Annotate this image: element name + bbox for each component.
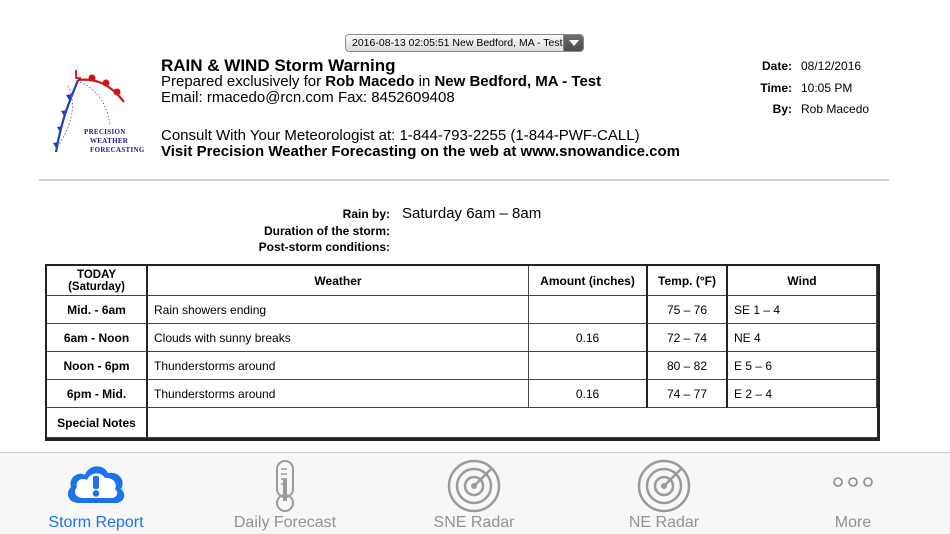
weather-cell: Thunderstorms around	[148, 352, 529, 380]
company-logo: PRECISION WEATHER FORECASTING	[48, 66, 150, 158]
duration-label: Duration of the storm:	[264, 224, 390, 238]
amount-cell: 0.16	[529, 380, 648, 408]
temp-cell: 72 – 74	[648, 324, 728, 352]
contact-line: Email: rmacedo@rcn.com Fax: 8452609408	[161, 89, 455, 106]
period-cell: 6pm - Mid.	[47, 380, 148, 408]
column-header-temp: Temp. (°F)	[648, 266, 728, 296]
tab-label: Storm Report	[48, 514, 144, 531]
prepared-for-line: Prepared exclusively for Rob Macedo in N…	[161, 74, 601, 90]
header-divider	[39, 179, 889, 181]
rain-by-value: Saturday 6am – 8am	[402, 205, 542, 222]
period-cell: Noon - 6pm	[47, 352, 148, 380]
tab-label: More	[834, 514, 872, 531]
logo-text-precision: PRECISION	[84, 128, 126, 136]
tab-storm-report[interactable]: Storm Report	[21, 453, 171, 534]
special-notes-label: Special Notes	[47, 408, 148, 438]
tab-sne-radar[interactable]: SNE Radar	[399, 453, 549, 534]
column-header-period: TODAY (Saturday)	[47, 266, 148, 296]
website-line: Visit Precision Weather Forecasting on t…	[161, 143, 681, 160]
date-value: 08/12/2016	[801, 59, 862, 73]
tab-label: NE Radar	[628, 514, 700, 531]
amount-cell: 0.16	[529, 324, 648, 352]
amount-cell	[529, 296, 648, 324]
rain-by-label: Rain by:	[342, 207, 390, 221]
time-value: 10:05 PM	[801, 81, 853, 95]
radar-icon	[637, 459, 691, 518]
weather-cell: Clouds with sunny breaks	[148, 324, 529, 352]
location-name: New Bedford, MA - Test	[434, 73, 602, 90]
weather-cell: Thunderstorms around	[148, 380, 529, 408]
author-value: Rob Macedo	[801, 102, 870, 116]
author-label: By:	[772, 102, 792, 116]
tab-bar: Storm Report Daily Forecast SNE Radar NE…	[0, 452, 950, 534]
table-header-row: TODAY (Saturday) Weather Amount (inches) …	[47, 266, 877, 296]
table-row: 6pm - Mid. Thunderstorms around 0.16 74 …	[47, 380, 877, 408]
period-cell: Mid. - 6am	[47, 296, 148, 324]
tab-daily-forecast[interactable]: Daily Forecast	[210, 453, 360, 534]
time-label: Time:	[760, 81, 792, 95]
table-row: 6am - Noon Clouds with sunny breaks 0.16…	[47, 324, 877, 352]
storm-cloud-icon	[63, 459, 129, 514]
prepared-prefix: Prepared exclusively for	[161, 73, 326, 90]
wind-cell: E 5 – 6	[728, 352, 877, 380]
column-header-amount: Amount (inches)	[529, 266, 648, 296]
client-name: Rob Macedo	[325, 73, 415, 90]
report-select-value: 2016-08-13 02:05:51 New Bedford, MA - Te…	[352, 37, 563, 49]
temp-cell: 75 – 76	[648, 296, 728, 324]
wind-cell: SE 1 – 4	[728, 296, 877, 324]
prepared-in: in	[414, 73, 435, 90]
tab-label: SNE Radar	[433, 514, 515, 531]
wind-cell: E 2 – 4	[728, 380, 877, 408]
tab-more[interactable]: More	[778, 453, 928, 534]
table-row: Noon - 6pm Thunderstorms around 80 – 82 …	[47, 352, 877, 380]
logo-text-forecasting: FORECASTING	[90, 146, 145, 154]
thermometer-icon	[268, 459, 302, 518]
wind-cell: NE 4	[728, 324, 877, 352]
column-header-weather: Weather	[148, 266, 529, 296]
column-header-wind: Wind	[728, 266, 877, 296]
tab-ne-radar[interactable]: NE Radar	[589, 453, 739, 534]
logo-text-weather: WEATHER	[90, 137, 129, 145]
date-label: Date:	[761, 59, 792, 73]
weather-cell: Rain showers ending	[148, 296, 529, 324]
consult-line: Consult With Your Meteorologist at: 1-84…	[161, 127, 640, 144]
temp-cell: 74 – 77	[648, 380, 728, 408]
tab-label: Daily Forecast	[233, 514, 337, 531]
more-dots-icon	[832, 475, 874, 493]
radar-icon	[447, 459, 501, 518]
table-row: Mid. - 6am Rain showers ending 75 – 76 S…	[47, 296, 877, 324]
special-notes-value	[148, 408, 877, 438]
post-storm-label: Post-storm conditions:	[258, 240, 390, 254]
chevron-down-icon[interactable]	[563, 35, 583, 51]
special-notes-row: Special Notes	[47, 408, 877, 438]
amount-cell	[529, 352, 648, 380]
temp-cell: 80 – 82	[648, 352, 728, 380]
report-select[interactable]: 2016-08-13 02:05:51 New Bedford, MA - Te…	[345, 34, 584, 52]
period-cell: 6am - Noon	[47, 324, 148, 352]
forecast-table: TODAY (Saturday) Weather Amount (inches) …	[45, 264, 880, 441]
